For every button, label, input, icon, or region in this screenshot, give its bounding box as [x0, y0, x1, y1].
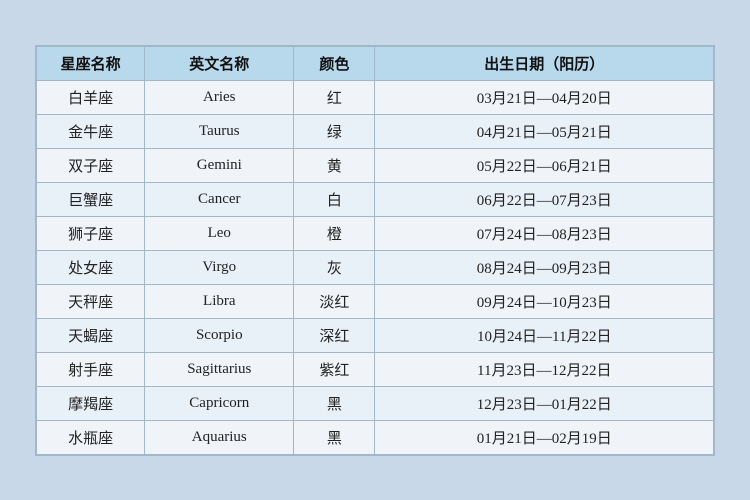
cell-zh-name: 双子座 — [37, 148, 145, 182]
table-row: 白羊座Aries红03月21日—04月20日 — [37, 80, 714, 114]
table-row: 金牛座Taurus绿04月21日—05月21日 — [37, 114, 714, 148]
cell-zh-name: 金牛座 — [37, 114, 145, 148]
table-row: 射手座Sagittarius紫红11月23日—12月22日 — [37, 352, 714, 386]
header-zh-name: 星座名称 — [37, 46, 145, 80]
table-row: 处女座Virgo灰08月24日—09月23日 — [37, 250, 714, 284]
cell-en-name: Sagittarius — [145, 352, 294, 386]
cell-zh-name: 摩羯座 — [37, 386, 145, 420]
cell-zh-name: 射手座 — [37, 352, 145, 386]
cell-color: 绿 — [294, 114, 375, 148]
zodiac-table-container: 星座名称 英文名称 颜色 出生日期（阳历） 白羊座Aries红03月21日—04… — [35, 45, 715, 456]
cell-color: 黄 — [294, 148, 375, 182]
cell-zh-name: 水瓶座 — [37, 420, 145, 454]
table-row: 天蝎座Scorpio深红10月24日—11月22日 — [37, 318, 714, 352]
header-en-name: 英文名称 — [145, 46, 294, 80]
cell-en-name: Leo — [145, 216, 294, 250]
cell-zh-name: 天秤座 — [37, 284, 145, 318]
cell-date: 04月21日—05月21日 — [375, 114, 714, 148]
cell-en-name: Cancer — [145, 182, 294, 216]
cell-color: 白 — [294, 182, 375, 216]
cell-zh-name: 天蝎座 — [37, 318, 145, 352]
table-row: 天秤座Libra淡红09月24日—10月23日 — [37, 284, 714, 318]
cell-zh-name: 白羊座 — [37, 80, 145, 114]
cell-color: 淡红 — [294, 284, 375, 318]
cell-date: 07月24日—08月23日 — [375, 216, 714, 250]
cell-date: 05月22日—06月21日 — [375, 148, 714, 182]
cell-en-name: Taurus — [145, 114, 294, 148]
cell-date: 11月23日—12月22日 — [375, 352, 714, 386]
table-row: 狮子座Leo橙07月24日—08月23日 — [37, 216, 714, 250]
table-row: 水瓶座Aquarius黑01月21日—02月19日 — [37, 420, 714, 454]
cell-date: 03月21日—04月20日 — [375, 80, 714, 114]
table-row: 双子座Gemini黄05月22日—06月21日 — [37, 148, 714, 182]
cell-date: 08月24日—09月23日 — [375, 250, 714, 284]
table-row: 巨蟹座Cancer白06月22日—07月23日 — [37, 182, 714, 216]
header-date: 出生日期（阳历） — [375, 46, 714, 80]
table-header-row: 星座名称 英文名称 颜色 出生日期（阳历） — [37, 46, 714, 80]
cell-zh-name: 处女座 — [37, 250, 145, 284]
cell-date: 06月22日—07月23日 — [375, 182, 714, 216]
table-row: 摩羯座Capricorn黑12月23日—01月22日 — [37, 386, 714, 420]
cell-en-name: Virgo — [145, 250, 294, 284]
cell-en-name: Aries — [145, 80, 294, 114]
cell-color: 红 — [294, 80, 375, 114]
zodiac-table: 星座名称 英文名称 颜色 出生日期（阳历） 白羊座Aries红03月21日—04… — [36, 46, 714, 455]
cell-en-name: Gemini — [145, 148, 294, 182]
cell-date: 12月23日—01月22日 — [375, 386, 714, 420]
cell-color: 深红 — [294, 318, 375, 352]
cell-color: 黑 — [294, 420, 375, 454]
cell-en-name: Capricorn — [145, 386, 294, 420]
cell-en-name: Libra — [145, 284, 294, 318]
cell-zh-name: 巨蟹座 — [37, 182, 145, 216]
cell-color: 紫红 — [294, 352, 375, 386]
cell-color: 灰 — [294, 250, 375, 284]
cell-color: 黑 — [294, 386, 375, 420]
cell-en-name: Aquarius — [145, 420, 294, 454]
cell-color: 橙 — [294, 216, 375, 250]
cell-date: 09月24日—10月23日 — [375, 284, 714, 318]
cell-zh-name: 狮子座 — [37, 216, 145, 250]
cell-date: 10月24日—11月22日 — [375, 318, 714, 352]
cell-date: 01月21日—02月19日 — [375, 420, 714, 454]
header-color: 颜色 — [294, 46, 375, 80]
cell-en-name: Scorpio — [145, 318, 294, 352]
